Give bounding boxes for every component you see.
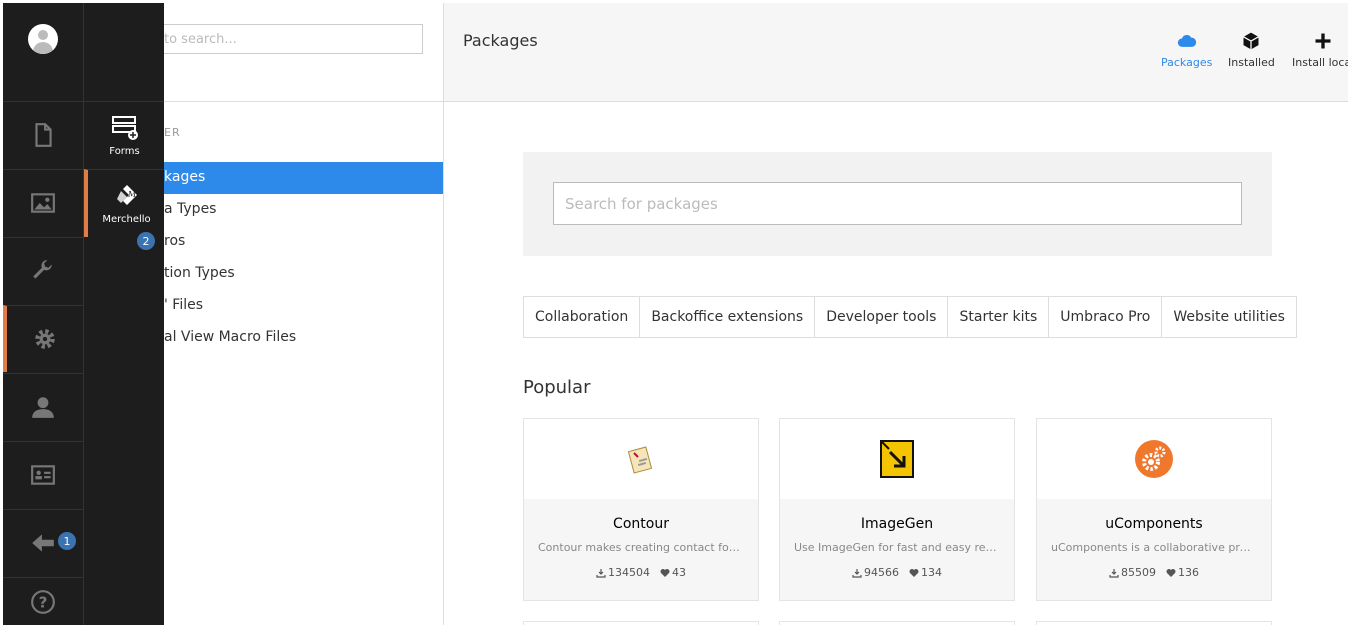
category-starter-kits[interactable]: Starter kits <box>948 297 1050 337</box>
tree-header-divider <box>164 101 444 102</box>
merchello-label: Merchello <box>102 214 151 225</box>
category-filter-bar: Collaboration Backoffice extensions Deve… <box>523 296 1297 338</box>
tree-item-macros[interactable]: ros <box>164 226 443 258</box>
download-count: 94566 <box>852 566 899 579</box>
install-local-tab-button[interactable]: Install local <box>1292 31 1348 69</box>
notification-badge: 1 <box>56 530 78 552</box>
section-flyout: Forms M Merchello 2 <box>83 3 165 625</box>
packages-tab-button[interactable]: Packages <box>1161 31 1212 69</box>
download-icon <box>1109 568 1119 578</box>
developer-section-button[interactable] <box>3 305 83 372</box>
package-card[interactable] <box>523 621 759 625</box>
svg-text:?: ? <box>39 593 48 611</box>
download-icon <box>596 568 606 578</box>
package-stats: 85509 136 <box>1037 566 1271 579</box>
package-search-input[interactable] <box>553 182 1242 225</box>
package-stats: 134504 43 <box>524 566 758 579</box>
category-website-utilities[interactable]: Website utilities <box>1162 297 1296 337</box>
tree-item-relation-types[interactable]: tion Types <box>164 258 443 290</box>
arrow-left-icon <box>32 534 54 552</box>
gear-icon <box>35 329 55 349</box>
installed-tab-button[interactable]: Installed <box>1228 31 1275 69</box>
package-card[interactable]: uComponents uComponents is a collaborati… <box>1036 418 1272 601</box>
package-card-info: uComponents uComponents is a collaborati… <box>1037 499 1271 600</box>
members-section-button[interactable] <box>3 441 83 508</box>
package-description: uComponents is a collaborative project..… <box>1051 541 1271 554</box>
tree-item-xslt-files[interactable]: ' Files <box>164 290 443 322</box>
plus-icon <box>1315 33 1331 49</box>
category-backoffice-extensions[interactable]: Backoffice extensions <box>640 297 816 337</box>
category-collaboration[interactable]: Collaboration <box>524 297 641 337</box>
user-icon <box>32 397 54 418</box>
contour-logo <box>524 419 758 499</box>
package-card-info: ImageGen Use ImageGen for fast and easy … <box>780 499 1014 600</box>
imagegen-logo <box>780 419 1014 499</box>
forms-icon <box>111 116 138 140</box>
ucomponents-icon <box>1135 440 1173 478</box>
package-card[interactable] <box>1036 621 1272 625</box>
tree-item-partial-view-macro-files[interactable]: al View Macro Files <box>164 322 443 354</box>
merchello-icon: M <box>116 185 137 205</box>
content-section-button[interactable] <box>3 101 83 168</box>
tree-item-data-types[interactable]: a Types <box>164 194 443 226</box>
like-count: 136 <box>1166 566 1199 579</box>
users-section-button[interactable] <box>3 373 83 440</box>
forms-label: Forms <box>109 146 140 157</box>
wrench-icon <box>33 260 52 279</box>
main-header: Packages Packages Installed Install loca… <box>444 3 1348 102</box>
package-card[interactable]: ImageGen Use ImageGen for fast and easy … <box>779 418 1015 601</box>
help-button[interactable]: ? <box>3 577 83 625</box>
merchello-section-button[interactable]: M Merchello <box>84 169 165 237</box>
forms-section-button[interactable]: Forms <box>84 101 165 169</box>
package-description: Contour makes creating contact forms... <box>538 541 758 554</box>
download-icon <box>852 568 862 578</box>
help-icon: ? <box>31 589 55 614</box>
download-count: 134504 <box>596 566 650 579</box>
category-umbraco-pro[interactable]: Umbraco Pro <box>1049 297 1163 337</box>
heart-icon <box>1166 568 1176 577</box>
main-content: Packages Packages Installed Install loca… <box>444 3 1348 625</box>
tree-section-label: ER <box>164 126 181 139</box>
package-description: Use ImageGen for fast and easy resizing.… <box>794 541 1014 554</box>
download-count: 85509 <box>1109 566 1156 579</box>
package-search-panel <box>523 152 1272 256</box>
heart-icon <box>909 568 919 577</box>
contour-icon <box>627 446 653 474</box>
box-icon <box>1243 32 1260 50</box>
settings-section-button[interactable] <box>3 237 83 304</box>
package-card[interactable]: Contour Contour makes creating contact f… <box>523 418 759 601</box>
tree-panel: to search... ER kages a Types ros tion T… <box>164 3 444 625</box>
user-avatar[interactable] <box>28 24 58 54</box>
like-count: 134 <box>909 566 942 579</box>
image-icon <box>31 193 55 213</box>
media-section-button[interactable] <box>3 169 83 236</box>
ucomponents-logo <box>1037 419 1271 499</box>
tree-search-input[interactable]: to search... <box>164 24 423 54</box>
package-name: ImageGen <box>860 516 934 532</box>
popular-heading: Popular <box>523 377 591 398</box>
document-icon <box>35 123 52 147</box>
imagegen-icon <box>880 440 914 478</box>
heart-icon <box>660 568 670 577</box>
id-card-icon <box>31 465 55 485</box>
page-title: Packages <box>463 31 538 50</box>
package-card-info: Contour Contour makes creating contact f… <box>524 499 758 600</box>
app-sidebar: 1 ? <box>3 3 83 625</box>
package-name: uComponents <box>1105 516 1203 532</box>
svg-text:M: M <box>127 190 137 199</box>
category-developer-tools[interactable]: Developer tools <box>815 297 949 337</box>
package-card[interactable] <box>779 621 1015 625</box>
package-stats: 94566 134 <box>780 566 1014 579</box>
package-name: Contour <box>613 516 669 532</box>
merchello-badge: 2 <box>135 230 157 252</box>
like-count: 43 <box>660 566 686 579</box>
cloud-icon <box>1177 35 1196 47</box>
tree-item-packages[interactable]: kages <box>164 162 443 194</box>
